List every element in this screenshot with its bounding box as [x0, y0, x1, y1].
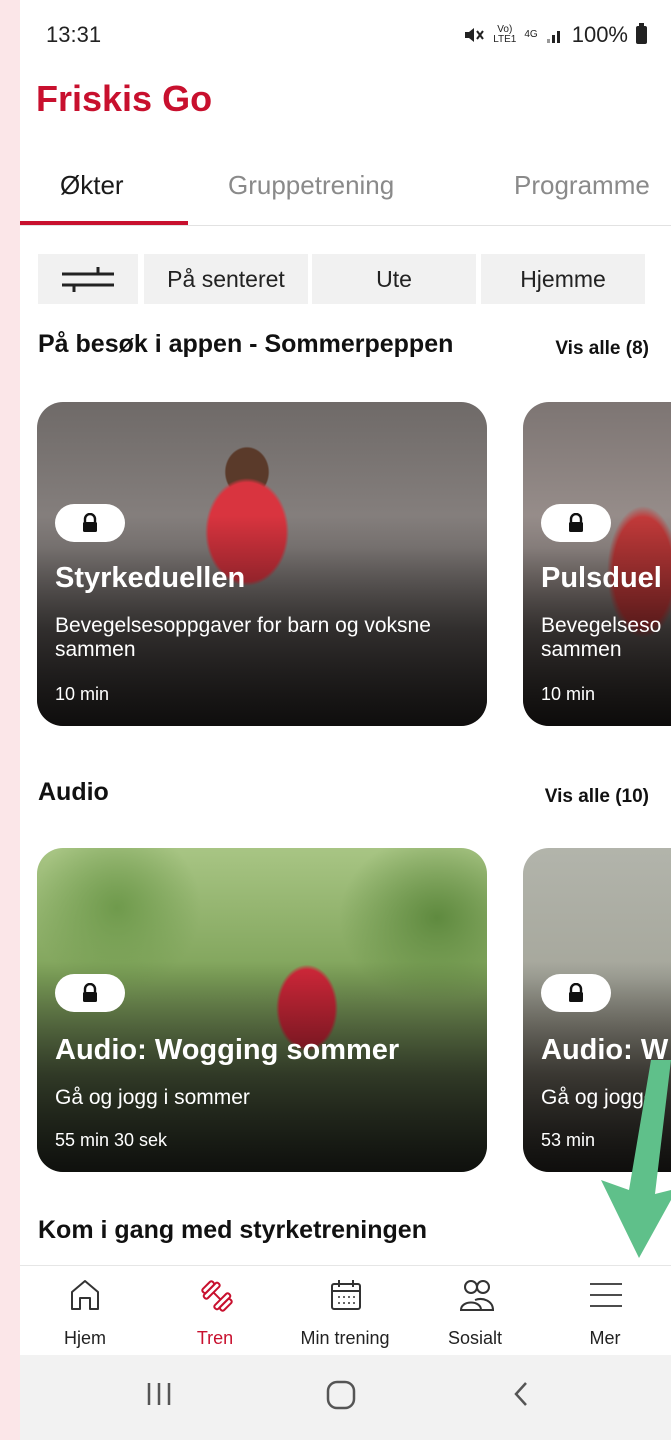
menu-icon [590, 1283, 622, 1307]
section-title-audio: Audio [38, 778, 109, 806]
lock-badge [541, 504, 611, 542]
sliders-icon [62, 267, 114, 292]
home-icon [71, 1280, 99, 1310]
section-title-styrketrening: Kom i gang med styrketreningen [38, 1216, 427, 1244]
green-arrow-annotation [601, 1060, 671, 1258]
lock-icon [83, 983, 97, 1002]
card-title: Styrkeduellen [55, 562, 246, 594]
active-tab-indicator [20, 221, 188, 225]
nav-item-sosialt[interactable]: Sosialt [410, 1266, 540, 1356]
network-type: Vo) LTE1 [493, 25, 516, 45]
status-bar: 13:31 Vo) LTE1 4G 100% [20, 0, 671, 70]
lock-badge [55, 504, 125, 542]
nav-label: Min trening [300, 1328, 390, 1348]
workout-card-pulsduel[interactable]: Pulsduel Bevegelseso sammen 10 min [523, 402, 671, 726]
section-title-sommerpeppen: På besøk i appen - Sommerpeppen [38, 330, 454, 358]
tab-gruppetrening[interactable]: Gruppetrening [228, 170, 394, 201]
calendar-icon [331, 1280, 361, 1310]
back-icon[interactable] [510, 1379, 532, 1409]
battery-text: 100% [571, 22, 628, 47]
home-button-icon[interactable] [325, 1379, 357, 1411]
card-subtitle: Bevegelsesoppgaver for barn og voksne sa… [55, 614, 431, 661]
nav-label: Tren [196, 1328, 234, 1348]
recent-apps-icon[interactable] [145, 1379, 173, 1409]
lock-icon [569, 513, 583, 532]
status-time: 13:31 [46, 22, 102, 47]
lock-badge [541, 974, 611, 1012]
chip-ute[interactable]: Ute [312, 254, 476, 304]
battery-icon [636, 23, 647, 44]
phone-screen: 13:31 Vo) LTE1 4G 100% Friskis Go Økter … [20, 0, 671, 1440]
nav-label: Mer [589, 1328, 621, 1348]
people-icon [459, 1280, 495, 1311]
network-type-bottom: LTE1 [493, 34, 517, 45]
nav-item-tren[interactable]: Tren [150, 1266, 280, 1356]
see-all-sommerpeppen[interactable]: Vis alle (8) [555, 338, 649, 360]
workout-card-audio-wogging[interactable]: Audio: Wogging sommer Gå og jogg i somme… [37, 848, 487, 1172]
system-nav-bar [20, 1355, 671, 1440]
tab-bar: Økter Gruppetrening Programme [20, 160, 671, 226]
card-subtitle: Gå og jogg i sommer [55, 1086, 250, 1109]
filter-button[interactable] [38, 254, 138, 304]
tab-okter[interactable]: Økter [60, 170, 124, 201]
card-duration: 55 min 30 sek [55, 1130, 168, 1150]
status-icons: Vo) LTE1 4G 100% [463, 22, 647, 48]
workout-card-styrkeduellen[interactable]: Styrkeduellen Bevegelsesoppgaver for bar… [37, 402, 487, 726]
lock-icon [83, 513, 97, 532]
nav-label: Sosialt [447, 1328, 503, 1348]
nav-item-hjem[interactable]: Hjem [20, 1266, 150, 1356]
tab-programme[interactable]: Programme [514, 170, 650, 201]
nav-label: Hjem [63, 1328, 106, 1348]
card-duration: 10 min [55, 684, 110, 704]
chip-hjemme[interactable]: Hjemme [481, 254, 645, 304]
see-all-audio[interactable]: Vis alle (10) [545, 786, 649, 808]
card-title: Pulsduel [541, 562, 662, 594]
card-subtitle: Bevegelseso sammen [541, 614, 662, 661]
app-title: Friskis Go [36, 78, 213, 119]
lock-icon [569, 983, 583, 1002]
chip-pa-senteret[interactable]: På senteret [144, 254, 308, 304]
mute-icon [465, 28, 485, 42]
dumbbell-icon [201, 1280, 233, 1312]
signal-icon [546, 31, 560, 43]
lock-badge [55, 974, 125, 1012]
nav-item-mer[interactable]: Mer [540, 1266, 670, 1356]
network-gen: 4G [524, 29, 538, 40]
nav-item-min-trening[interactable]: Min trening [280, 1266, 410, 1356]
card-duration: 10 min [541, 684, 596, 704]
card-title: Audio: Wogging sommer [55, 1034, 400, 1066]
bottom-nav: Hjem Tren Min trening Sosialt Mer [20, 1265, 671, 1355]
